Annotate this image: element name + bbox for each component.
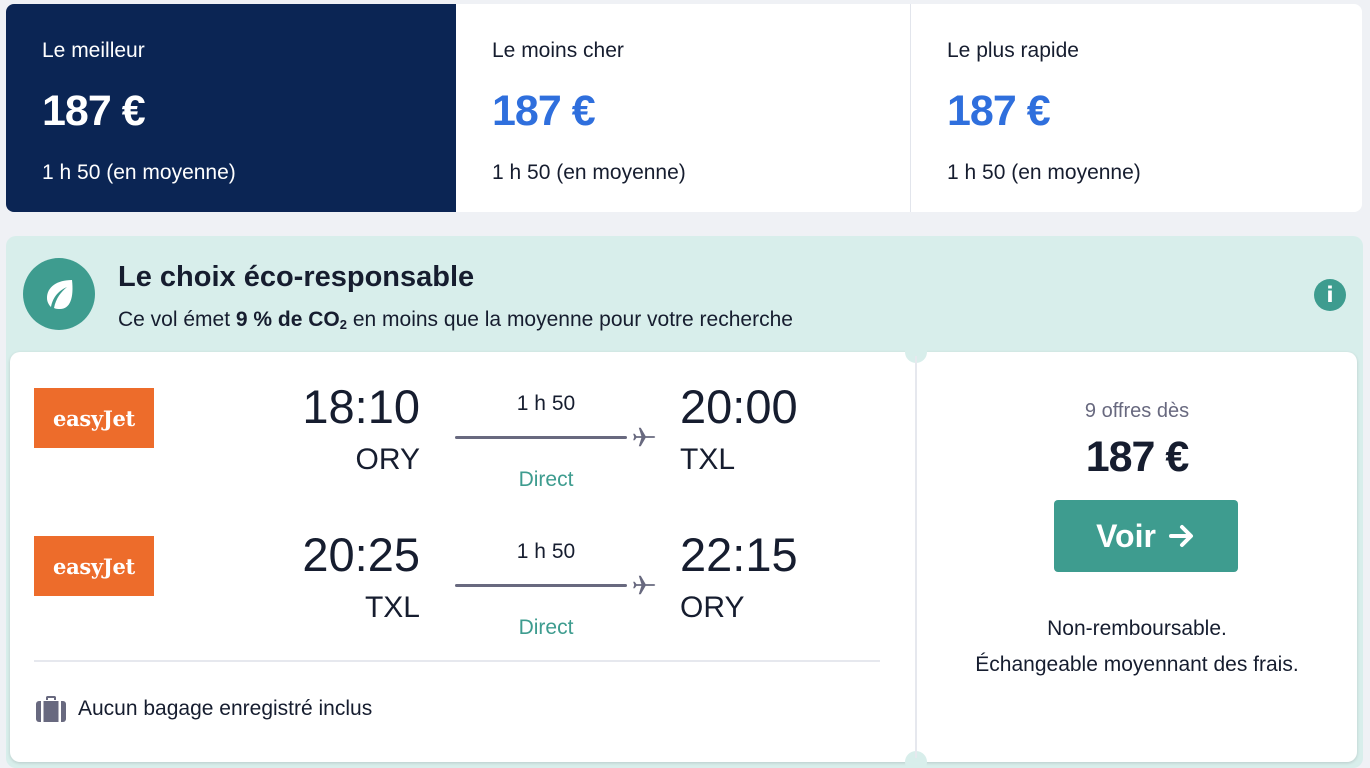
tab-duration: 1 h 50 (en moyenne) [42,161,236,184]
section-divider [34,660,880,662]
leaf-icon [23,258,95,330]
tab-title: Le moins cher [492,39,624,62]
view-deal-button[interactable]: Voir [1054,500,1238,572]
offers-count-label: 9 offres dès [1084,400,1190,422]
fare-change-note: Échangeable moyennant des frais. [975,653,1299,676]
flight-leg-outbound: easyJet 18:10 ORY 1 h 50 Direct 20:00 TX… [10,352,915,491]
itinerary-card[interactable]: easyJet 18:10 ORY 1 h 50 Direct 20:00 TX… [10,341,1357,768]
flight-duration: 1 h 50 [516,392,576,415]
itinerary-legs: easyJet 18:10 ORY 1 h 50 Direct 20:00 TX… [10,352,915,762]
view-deal-label: Voir [1096,517,1156,554]
departure-airport: ORY [355,443,420,476]
airline-logo: easyJet [34,388,154,448]
tab-fastest[interactable]: Le plus rapide 187 € 1 h 50 (en moyenne) [911,4,1362,212]
eco-desc-prefix: Ce vol émet [118,308,231,331]
stops-label: Direct [518,616,574,639]
arrow-right-icon [1168,525,1193,547]
baggage-label: Aucun bagage enregistré inclus [78,697,373,720]
tab-duration: 1 h 50 (en moyenne) [492,161,686,184]
price-panel: 9 offres dès 187 € Voir Non-remboursable… [917,352,1357,762]
tab-price: 187 € [947,87,1051,135]
tab-cheapest[interactable]: Le moins cher 187 € 1 h 50 (en moyenne) [456,4,911,212]
tab-price: 187 € [42,87,146,135]
route-line [455,584,627,587]
eco-desc-bold: 9 % de CO [235,308,340,331]
baggage-icon [36,696,66,722]
plane-icon [633,427,656,447]
fare-refund-note: Non-remboursable. [1047,617,1227,640]
tab-duration: 1 h 50 (en moyenne) [947,161,1141,184]
eco-desc-highlight: 9 % de CO2 [235,308,347,332]
stops-label: Direct [518,468,574,491]
eco-description: Ce vol émet 9 % de CO2 en moins que la m… [118,307,793,338]
eco-title: Le choix éco-responsable [118,261,475,293]
arrival-time: 20:00 [680,380,798,433]
tab-title: Le meilleur [42,39,145,62]
tab-best[interactable]: Le meilleur 187 € 1 h 50 (en moyenne) [6,4,456,212]
eco-desc-subscript: 2 [339,317,347,332]
tab-title: Le plus rapide [947,39,1079,62]
departure-airport: TXL [364,591,420,624]
baggage-info: Aucun bagage enregistré inclus [34,696,372,722]
eco-desc-suffix: en moins que la moyenne pour votre reche… [352,308,793,331]
arrival-time: 22:15 [680,528,798,581]
sort-tabs: Le meilleur 187 € 1 h 50 (en moyenne) Le… [6,4,1362,212]
plane-icon [633,575,656,595]
departure-time: 20:25 [302,528,420,581]
flight-duration: 1 h 50 [516,540,576,563]
flight-leg-return: easyJet 20:25 TXL 1 h 50 Direct 22:15 OR… [10,500,915,639]
arrival-airport: TXL [680,443,736,476]
airline-logo: easyJet [34,536,154,596]
tab-price: 187 € [492,87,596,135]
info-icon[interactable]: i [1314,279,1346,311]
total-price: 187 € [1085,433,1190,481]
eco-card: Le choix éco-responsable Ce vol émet 9 %… [6,236,1363,768]
departure-time: 18:10 [302,380,420,433]
route-line [455,436,627,439]
fare-conditions: Non-remboursable. Échangeable moyennant … [967,611,1307,683]
arrival-airport: ORY [680,591,745,624]
